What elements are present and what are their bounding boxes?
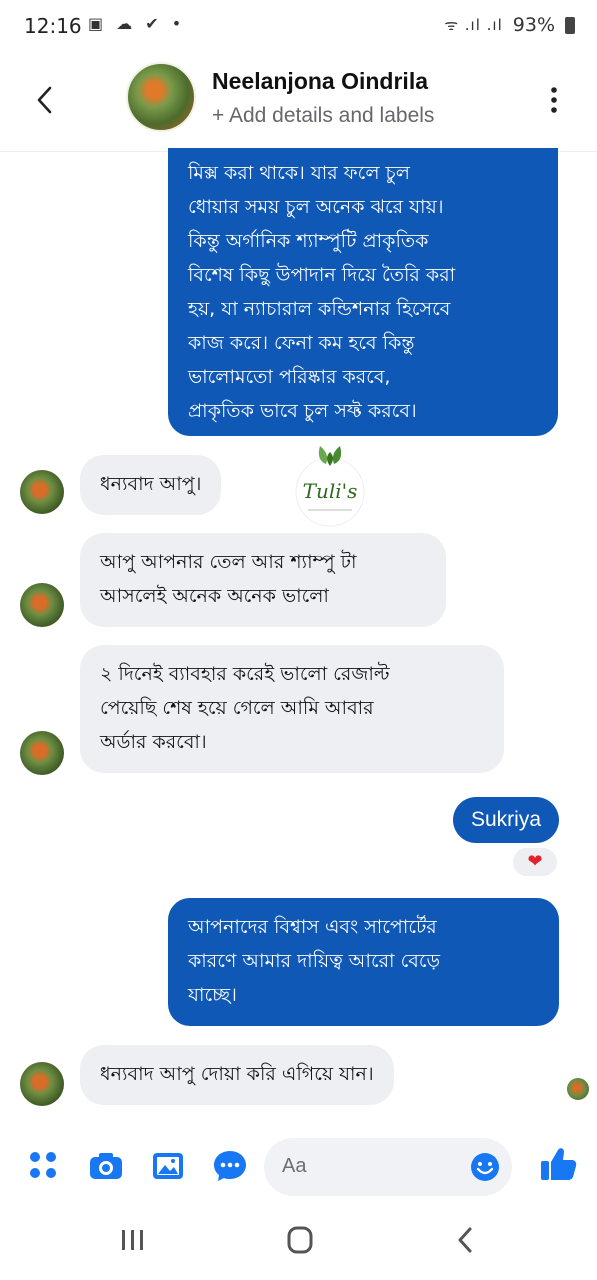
sender-avatar[interactable] (20, 731, 64, 775)
nav-back-icon[interactable] (446, 1224, 486, 1256)
sender-avatar[interactable] (20, 583, 64, 627)
apps-icon[interactable] (26, 1148, 62, 1184)
heart-reaction-icon[interactable]: ❤ (511, 846, 559, 878)
status-time: 12:16 (24, 14, 82, 38)
tulis-logo: Tuli's (295, 446, 365, 527)
battery-icon (565, 16, 575, 34)
chat-icon[interactable] (212, 1148, 248, 1184)
status-bar: 12:16 ▣ ☁ ✔ • ᯤ .ıl .ıl 93% (0, 0, 597, 52)
emoji-icon[interactable] (470, 1152, 500, 1182)
notification-icons: ▣ ☁ ✔ • (88, 14, 186, 33)
message-bubble-incoming[interactable]: ধন্যবাদ আপু। (80, 455, 222, 515)
input-placeholder: Aa (282, 1155, 307, 1177)
contact-name[interactable]: Neelanjona Oindrila (212, 68, 428, 95)
like-icon[interactable] (538, 1144, 578, 1184)
status-right: ᯤ .ıl .ıl 93% (444, 14, 575, 36)
system-nav-bar (0, 1200, 597, 1280)
signal-icon: ᯤ .ıl .ıl (444, 16, 503, 34)
message-input[interactable]: Aa (264, 1138, 512, 1196)
contact-avatar[interactable] (126, 62, 196, 132)
chat-header: Neelanjona Oindrila + Add details and la… (0, 52, 597, 152)
sender-avatar[interactable] (20, 470, 64, 514)
message-bubble-outgoing[interactable]: Sukriya (452, 797, 559, 843)
back-icon[interactable] (30, 82, 60, 118)
home-icon[interactable] (280, 1224, 320, 1256)
message-bubble-incoming[interactable]: আপু আপনার তেল আর শ্যাম্পু টা আসলেই অনেক … (80, 533, 446, 627)
gallery-icon[interactable] (150, 1148, 186, 1184)
message-bubble-incoming[interactable]: ধন্যবাদ আপু দোয়া করি এগিয়ে যান। (80, 1045, 394, 1105)
message-composer: Aa (0, 1136, 597, 1198)
message-bubble-incoming[interactable]: ২ দিনেই ব্যাবহার করেই ভালো রেজাল্ট পেয়ে… (80, 645, 504, 773)
message-bubble-outgoing[interactable]: আপনাদের বিশ্বাস এবং সাপোর্টের কারণে আমার… (168, 898, 559, 1026)
logo-text: Tuli's (303, 479, 358, 503)
camera-icon[interactable] (88, 1148, 124, 1184)
read-receipt-avatar (567, 1078, 589, 1100)
message-bubble-outgoing[interactable]: মিক্স করা থাকে। যার ফলে চুল ধোয়ার সময় … (168, 148, 558, 436)
recents-icon[interactable] (112, 1224, 152, 1256)
sender-avatar[interactable] (20, 1062, 64, 1106)
add-details-link[interactable]: + Add details and labels (212, 104, 434, 128)
battery-percent: 93% (512, 14, 555, 36)
more-icon[interactable] (551, 86, 557, 114)
